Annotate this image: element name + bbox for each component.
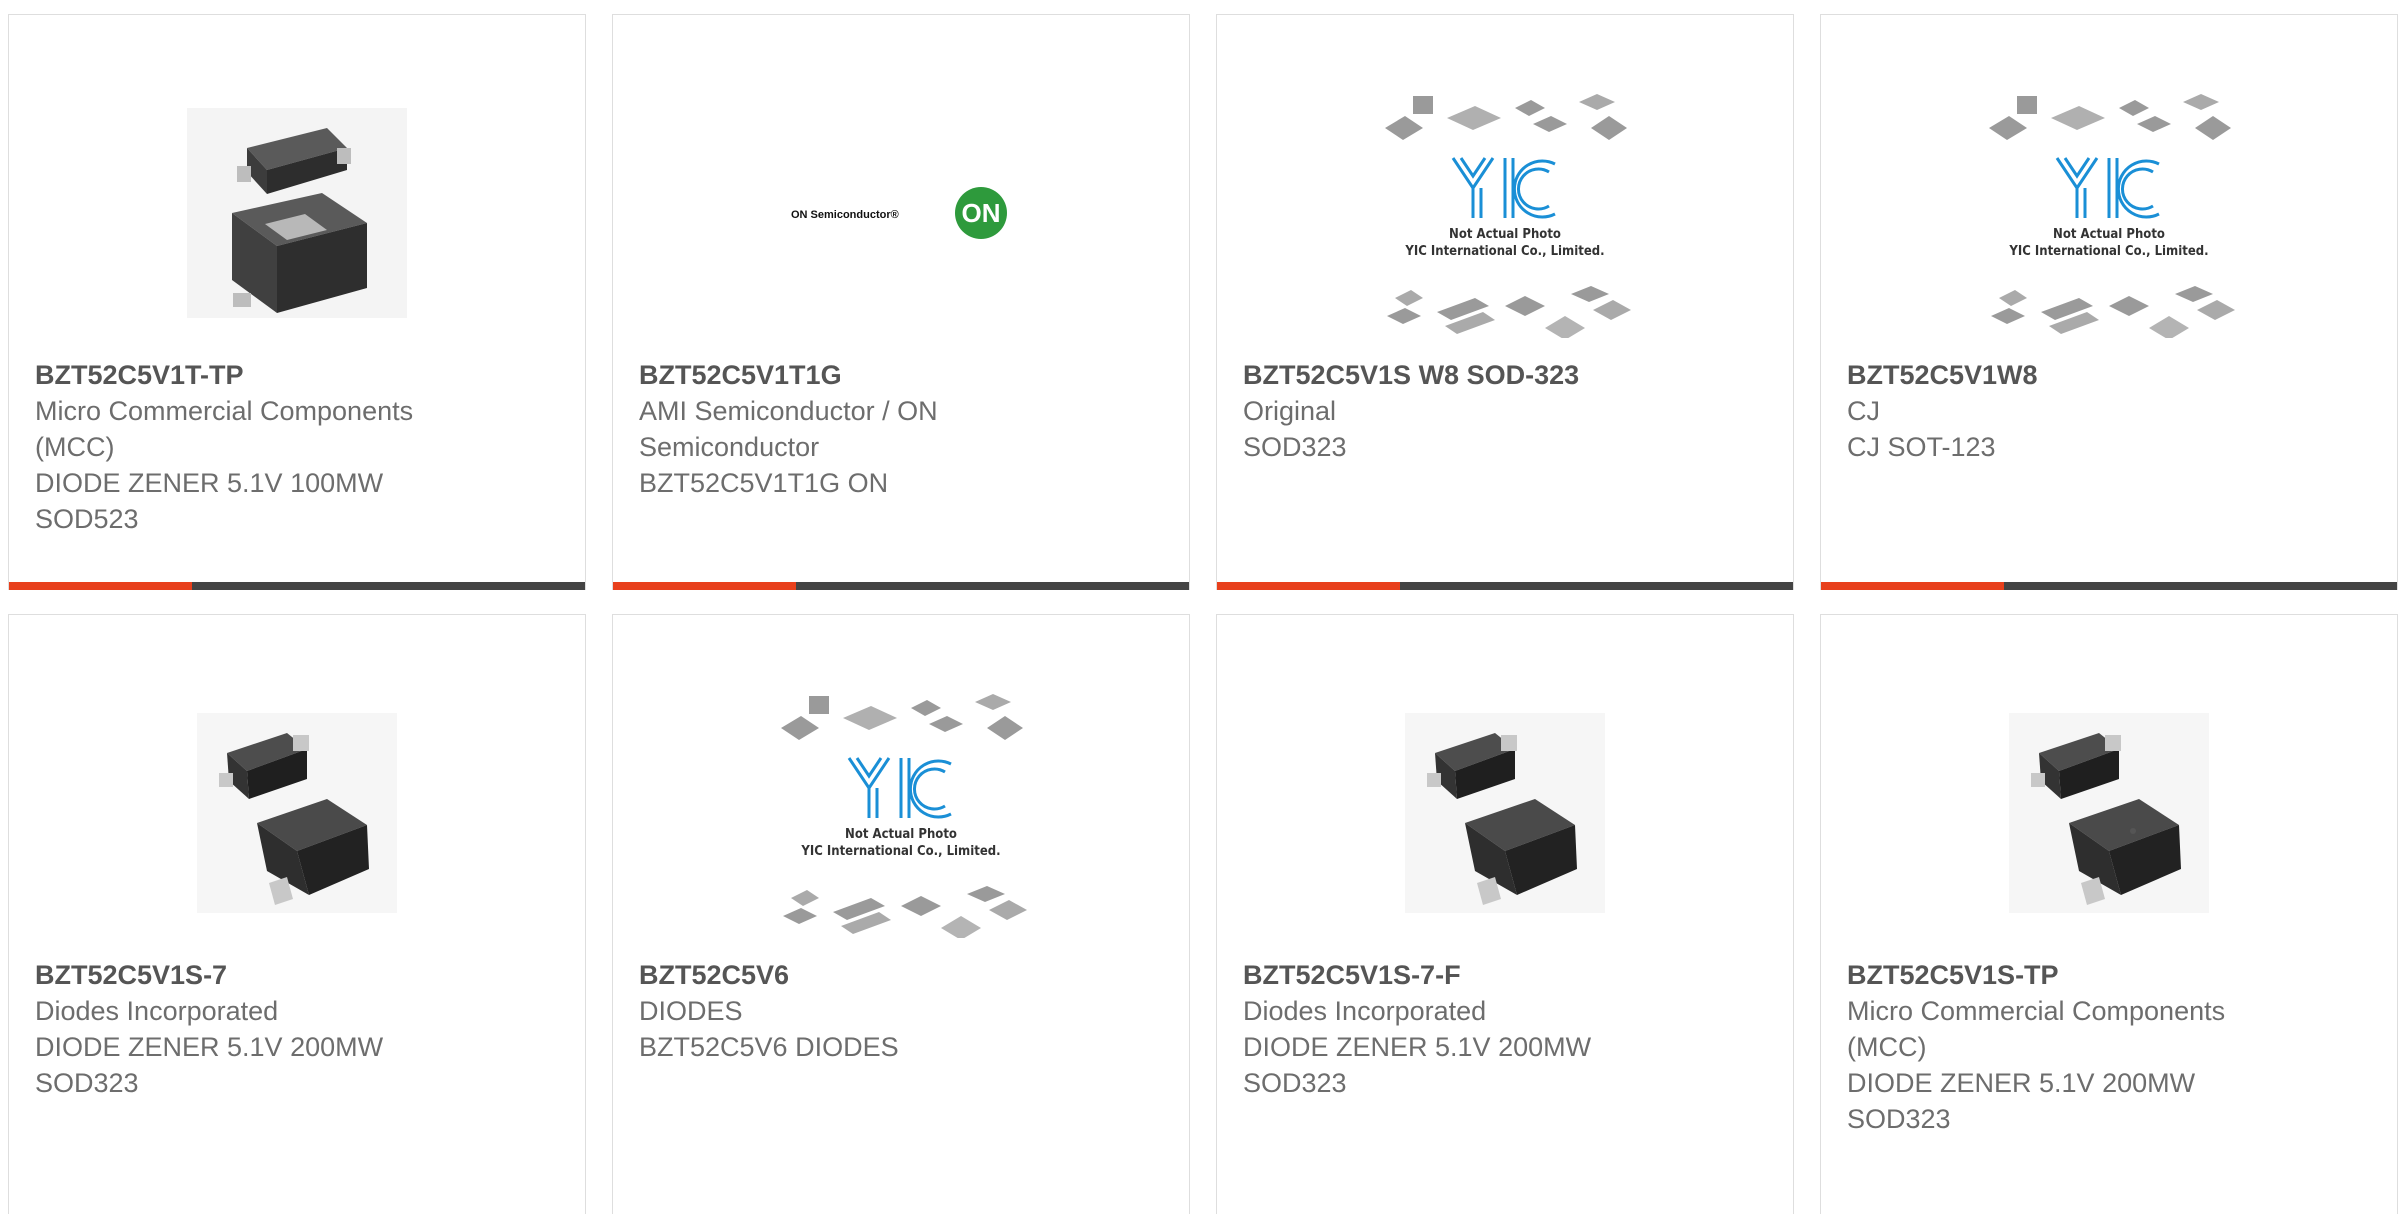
product-image[interactable]: Not Actual Photo YIC International Co., … xyxy=(1217,63,1793,363)
svg-text:Not Actual Photo: Not Actual Photo xyxy=(2053,227,2165,242)
card-accent-bar xyxy=(9,582,192,590)
manufacturer: DIODES xyxy=(639,996,743,1026)
sod523-package-image xyxy=(187,108,407,318)
product-card[interactable]: Not Actual Photo YIC International Co., … xyxy=(612,614,1190,1214)
description: DIODE ZENER 5.1V 200MW xyxy=(1847,1068,2196,1098)
description: DIODE ZENER 5.1V 200MW xyxy=(1243,1032,1592,1062)
product-image[interactable]: Not Actual Photo YIC International Co., … xyxy=(1821,63,2397,363)
product-image[interactable] xyxy=(9,63,585,363)
manufacturer: Micro Commercial Components xyxy=(1847,996,2226,1026)
card-bottom-bar xyxy=(1217,582,1793,590)
sod323-package-image xyxy=(1405,713,1605,913)
yic-placeholder-image: Not Actual Photo YIC International Co., … xyxy=(1989,94,2235,338)
part-number[interactable]: BZT52C5V6 xyxy=(639,957,1079,993)
product-image[interactable] xyxy=(1821,663,2397,963)
manufacturer: Micro Commercial Components xyxy=(35,396,414,426)
manufacturer: Diodes Incorporated xyxy=(35,996,279,1026)
package: SOD523 xyxy=(35,504,139,534)
part-number[interactable]: BZT52C5V1S-7-F xyxy=(1243,957,1683,993)
product-card[interactable]: BZT52C5V1S-7 Diodes Incorporated DIODE Z… xyxy=(8,614,586,1214)
svg-text:Not Actual Photo: Not Actual Photo xyxy=(845,827,957,842)
card-bottom-bar xyxy=(9,582,585,590)
part-number[interactable]: BZT52C5V1S-7 xyxy=(35,957,475,993)
description: DIODE ZENER 5.1V 100MW xyxy=(35,468,384,498)
part-number[interactable]: BZT52C5V1S-TP xyxy=(1847,957,2287,993)
package: SOD323 xyxy=(35,1068,139,1098)
product-card[interactable]: BZT52C5V1S-7-F Diodes Incorporated DIODE… xyxy=(1216,614,1794,1214)
on-semiconductor-logo: ON Semiconductor® ON xyxy=(791,187,1007,239)
description: BZT52C5V1T1G ON xyxy=(639,468,889,498)
svg-text:ON Semiconductor®: ON Semiconductor® xyxy=(791,209,899,221)
svg-text:YIC International Co., Limited: YIC International Co., Limited. xyxy=(800,844,1000,859)
card-accent-bar xyxy=(1821,582,2004,590)
manufacturer-cont: (MCC) xyxy=(35,432,115,462)
svg-text:Not Actual Photo: Not Actual Photo xyxy=(1449,227,1561,242)
sod323-package-image xyxy=(197,713,397,913)
manufacturer: Diodes Incorporated xyxy=(1243,996,1487,1026)
product-grid: BZT52C5V1T-TP Micro Commercial Component… xyxy=(8,14,2398,1214)
product-image[interactable]: Not Actual Photo YIC International Co., … xyxy=(613,663,1189,963)
product-card[interactable]: BZT52C5V1T-TP Micro Commercial Component… xyxy=(8,14,586,590)
svg-text:ON: ON xyxy=(962,198,1001,228)
product-image[interactable] xyxy=(1217,663,1793,963)
description: BZT52C5V6 DIODES xyxy=(639,1032,899,1062)
product-image[interactable]: ON Semiconductor® ON xyxy=(613,63,1189,363)
sod323-package-image xyxy=(2009,713,2209,913)
card-bottom-bar xyxy=(613,582,1189,590)
manufacturer-cont: Semiconductor xyxy=(639,432,820,462)
package: SOD323 xyxy=(1847,1104,1951,1134)
product-card[interactable]: Not Actual Photo YIC International Co., … xyxy=(1216,14,1794,590)
card-accent-bar xyxy=(1217,582,1400,590)
part-number[interactable]: BZT52C5V1T-TP xyxy=(35,357,475,393)
package: CJ SOT-123 xyxy=(1847,432,1996,462)
yic-placeholder-image: Not Actual Photo YIC International Co., … xyxy=(1385,94,1631,338)
manufacturer-cont: (MCC) xyxy=(1847,1032,1927,1062)
manufacturer: Original xyxy=(1243,396,1337,426)
product-card[interactable]: BZT52C5V1S-TP Micro Commercial Component… xyxy=(1820,614,2398,1214)
part-number[interactable]: BZT52C5V1S W8 SOD-323 xyxy=(1243,357,1683,393)
part-number[interactable]: BZT52C5V1T1G xyxy=(639,357,1079,393)
card-bottom-bar xyxy=(1821,582,2397,590)
card-accent-bar xyxy=(613,582,796,590)
package: SOD323 xyxy=(1243,432,1347,462)
description: DIODE ZENER 5.1V 200MW xyxy=(35,1032,384,1062)
svg-text:YIC International Co., Limited: YIC International Co., Limited. xyxy=(1404,244,1604,259)
product-image[interactable] xyxy=(9,663,585,963)
product-card[interactable]: Not Actual Photo YIC International Co., … xyxy=(1820,14,2398,590)
svg-text:YIC International Co., Limited: YIC International Co., Limited. xyxy=(2008,244,2208,259)
product-card[interactable]: ON Semiconductor® ON BZT52C5V1T1G AMI Se… xyxy=(612,14,1190,590)
manufacturer: AMI Semiconductor / ON xyxy=(639,396,938,426)
part-number[interactable]: BZT52C5V1W8 xyxy=(1847,357,2287,393)
yic-placeholder-image: Not Actual Photo YIC International Co., … xyxy=(781,694,1027,938)
package: SOD323 xyxy=(1243,1068,1347,1098)
manufacturer: CJ xyxy=(1847,396,1880,426)
